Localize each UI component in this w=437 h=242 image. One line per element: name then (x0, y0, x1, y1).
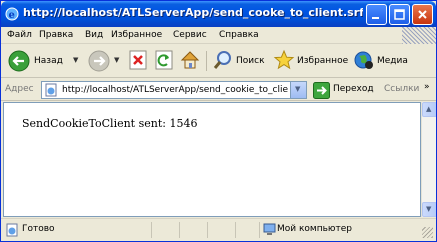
security-zone-text: Мой компьютер (277, 224, 352, 234)
minimize-button[interactable] (366, 4, 387, 25)
back-arrow-icon (8, 50, 30, 72)
forward-dropdown-icon[interactable]: ▼ (114, 56, 119, 64)
menu-bar: Файл Правка Вид Избранное Сервис Справка (1, 27, 436, 44)
maximize-button[interactable] (389, 4, 410, 25)
menu-file[interactable]: Файл (7, 30, 32, 40)
scroll-up-button[interactable]: ▲ (422, 102, 436, 117)
go-button[interactable]: Переход (313, 82, 375, 99)
scroll-down-button[interactable]: ▼ (422, 202, 436, 217)
search-button[interactable]: Поиск (212, 49, 268, 73)
address-label: Адрес (5, 84, 34, 94)
status-divider (235, 222, 236, 238)
browser-window: e http://localhost/ATLServerApp/send_coo… (0, 0, 437, 242)
stop-button[interactable] (127, 49, 149, 73)
status-divider (151, 222, 152, 238)
search-label: Поиск (236, 56, 265, 66)
close-icon (418, 10, 427, 19)
refresh-icon (155, 50, 173, 70)
refresh-button[interactable] (153, 49, 175, 73)
maximize-icon (394, 9, 405, 20)
status-bar: Готово Мой компьютер (1, 218, 436, 241)
vertical-scrollbar[interactable]: ▲ ▼ (421, 102, 436, 217)
media-label: Медиа (377, 56, 408, 66)
page-body-text: SendCookieToClient sent: 1546 (22, 117, 198, 130)
title-bar[interactable]: e http://localhost/ATLServerApp/send_coo… (1, 1, 436, 27)
minimize-icon (372, 17, 379, 19)
links-chevron-icon[interactable]: » (424, 82, 430, 92)
close-button[interactable] (412, 4, 433, 25)
forward-button[interactable] (87, 49, 115, 73)
media-globe-icon (354, 51, 373, 69)
windows-flag-logo (402, 27, 436, 44)
forward-arrow-icon (88, 50, 110, 72)
favorites-label: Избранное (297, 56, 349, 66)
chevron-down-icon: ▼ (295, 85, 301, 93)
status-divider (259, 222, 260, 238)
computer-icon (263, 223, 276, 235)
back-dropdown-icon[interactable]: ▼ (73, 56, 78, 64)
media-button[interactable]: Медиа (353, 49, 413, 73)
address-input[interactable]: http://localhost/ATLServerApp/send_cooki… (62, 85, 288, 95)
toolbar-divider (206, 51, 207, 71)
page-content: SendCookieToClient sent: 1546 (3, 102, 421, 217)
back-label: Назад (34, 56, 63, 66)
svg-text:e: e (9, 10, 15, 21)
address-bar: Адрес http://localhost/ATLServerApp/send… (1, 79, 436, 101)
go-arrow-icon (313, 82, 330, 99)
search-icon (213, 51, 231, 69)
home-icon (180, 51, 200, 69)
window-title: http://localhost/ATLServerApp/send_cooke… (23, 6, 363, 19)
resize-grip[interactable] (422, 227, 433, 238)
back-button[interactable]: Назад (7, 49, 69, 73)
ie-logo-icon: e (5, 7, 19, 21)
page-icon (45, 83, 57, 97)
page-done-icon (6, 223, 18, 237)
arrow-up-icon: ▲ (426, 105, 432, 113)
status-divider (207, 222, 208, 238)
star-icon (273, 49, 295, 70)
menu-view[interactable]: Вид (85, 30, 103, 40)
toolbar: Назад ▼ ▼ Поиск Избранное Медиа (1, 45, 436, 78)
status-text: Готово (22, 224, 55, 234)
links-button[interactable]: Ссылки (384, 84, 419, 94)
status-divider (179, 222, 180, 238)
go-label: Переход (333, 84, 374, 94)
arrow-down-icon: ▼ (426, 205, 432, 213)
menu-tools[interactable]: Сервис (173, 30, 207, 40)
favorites-button[interactable]: Избранное (273, 49, 349, 73)
address-field[interactable]: http://localhost/ATLServerApp/send_cooki… (41, 81, 307, 99)
menu-edit[interactable]: Правка (39, 30, 73, 40)
menu-favorites[interactable]: Избранное (111, 30, 162, 40)
home-button[interactable] (179, 49, 201, 73)
menu-help[interactable]: Справка (219, 30, 259, 40)
stop-icon (129, 50, 147, 70)
address-dropdown-button[interactable]: ▼ (290, 82, 306, 98)
